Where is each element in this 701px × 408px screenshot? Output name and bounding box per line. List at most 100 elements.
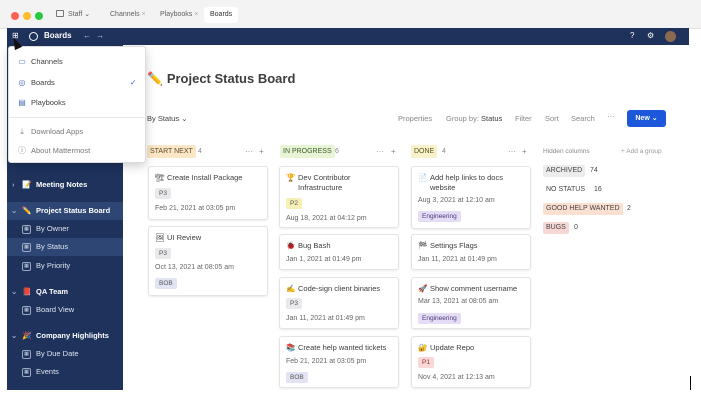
column-options-icon[interactable]: ···: [376, 145, 384, 158]
card-update-repo[interactable]: 🔐 Update Repo P1 Nov 4, 2021 at 12:13 am: [411, 336, 531, 388]
card-title: 🏁 Settings Flags: [418, 241, 478, 251]
back-arrow-icon[interactable]: ←: [83, 31, 91, 40]
column-header-start-next[interactable]: START NEXT: [147, 145, 196, 158]
page-title[interactable]: ✏️ Project Status Board: [147, 71, 295, 87]
construction-emoji-icon: 🏗: [155, 173, 165, 182]
chevron-right-icon[interactable]: ›: [12, 176, 15, 194]
minimize-window-icon[interactable]: [23, 12, 31, 20]
column-options-icon[interactable]: ···: [245, 145, 253, 158]
column-header-done[interactable]: DONE: [411, 145, 438, 158]
new-card-button[interactable]: New ⌄: [627, 110, 666, 127]
more-options-icon[interactable]: ···: [607, 112, 615, 121]
card-dev-contributor-infrastructure[interactable]: 🏆 Dev Contributor Infrastructure P2 Aug 18…: [279, 166, 399, 228]
card-title-text: Add help links to docs: [430, 173, 503, 182]
card-add-help-links[interactable]: 📄 Add help links to docs website Aug 3, 20…: [411, 166, 531, 229]
sidebar-item-label: By Owner: [36, 224, 69, 233]
card-create-help-wanted-tickets[interactable]: 📚 Create help wanted tickets Feb 21, 2021…: [279, 336, 399, 388]
close-window-icon[interactable]: [11, 12, 19, 20]
hidden-column-count: 16: [594, 186, 602, 193]
info-icon: ⓘ: [18, 146, 26, 155]
team-selector[interactable]: Staff ⌄: [50, 7, 96, 23]
sort-button[interactable]: Sort: [545, 114, 559, 123]
card-title: 🔐 Update Repo: [418, 343, 474, 353]
bug-emoji-icon: 🐞: [286, 241, 296, 250]
menu-divider: [9, 117, 145, 118]
filter-button[interactable]: Filter: [515, 114, 532, 123]
hidden-column-good-help-wanted[interactable]: GOOD HELP WANTED: [543, 203, 623, 215]
hidden-column-no-status[interactable]: NO STATUS: [543, 184, 589, 196]
hidden-column-bugs[interactable]: BUGS: [543, 222, 569, 234]
sidebar-view-by-priority[interactable]: ▦ By Priority: [7, 257, 123, 275]
new-label: New: [635, 115, 650, 122]
sidebar-item-company-highlights[interactable]: ⌄ 🎉 Company Highlights: [7, 327, 123, 345]
rocket-emoji-icon: 🚀: [418, 284, 428, 293]
sidebar-item-label: Events: [36, 367, 59, 376]
card-ui-review[interactable]: 🖼 UI Review P3 Oct 13, 2021 at 08:05 am B…: [148, 226, 268, 296]
checkmark-icon: ✓: [130, 78, 137, 87]
board-title: Project Status Board: [166, 71, 296, 86]
board-view-icon: ▦: [22, 262, 31, 271]
card-title: ✍ Code-sign client binaries: [286, 284, 380, 294]
view-selector[interactable]: By Status ⌄: [147, 114, 188, 123]
sidebar-item-label: Board View: [36, 305, 75, 314]
card-show-comment-username[interactable]: 🚀 Show comment username Mar 13, 2021 at 0…: [411, 277, 531, 329]
sidebar-item-label: By Priority: [36, 261, 71, 270]
sidebar-item-project-status-board[interactable]: ⌄ ✏️ Project Status Board: [7, 202, 123, 220]
sidebar-view-board-view[interactable]: ▦ Board View: [7, 301, 123, 319]
help-icon[interactable]: ?: [630, 31, 634, 40]
menu-item-boards[interactable]: ◎ Boards ✓: [9, 73, 147, 93]
sidebar-view-by-status[interactable]: ▦ By Status: [7, 238, 123, 256]
tab-boards[interactable]: Boards: [204, 7, 239, 23]
menu-item-label: Playbooks: [31, 98, 66, 107]
group-by-button[interactable]: Group by: Status: [446, 114, 502, 123]
card-code-sign-client-binaries[interactable]: ✍ Code-sign client binaries P3 Jan 11, 20…: [279, 277, 399, 329]
add-card-icon[interactable]: +: [259, 145, 264, 158]
lock-emoji-icon: 🔐: [418, 343, 428, 352]
chevron-down-icon[interactable]: ⌄: [11, 327, 17, 345]
chevron-down-icon[interactable]: ⌄: [11, 283, 17, 301]
hidden-column-count: 74: [590, 167, 598, 174]
chevron-down-icon: ⌄: [651, 115, 658, 122]
sidebar-item-qa-team[interactable]: ⌄ 📕 QA Team: [7, 283, 123, 301]
sidebar-view-by-due-date[interactable]: ▦ By Due Date: [7, 345, 123, 363]
add-group-button[interactable]: + Add a group: [621, 148, 662, 155]
menu-item-download-apps[interactable]: ⤓ Download Apps: [9, 122, 147, 142]
priority-badge: P1: [418, 357, 434, 368]
add-card-icon[interactable]: +: [391, 145, 396, 158]
product-title[interactable]: Boards: [44, 31, 72, 40]
boards-icon: [29, 32, 38, 41]
sidebar-view-by-owner[interactable]: ▦ By Owner: [7, 220, 123, 238]
tab-label: Channels: [110, 11, 140, 18]
maximize-window-icon[interactable]: [35, 12, 43, 20]
column-header-in-progress[interactable]: IN PROGRESS: [280, 145, 335, 158]
menu-item-playbooks[interactable]: ▤ Playbooks: [9, 93, 147, 113]
card-date: Oct 13, 2021 at 08:05 am: [155, 264, 234, 271]
search-button[interactable]: Search: [571, 114, 595, 123]
team-tag: Engineering: [418, 313, 461, 324]
menu-item-about[interactable]: ⓘ About Mattermost: [9, 141, 147, 161]
chevron-down-icon[interactable]: ⌄: [11, 202, 17, 220]
sidebar-view-events[interactable]: ▦ Events: [7, 363, 123, 381]
close-icon[interactable]: ×: [194, 11, 198, 18]
card-bug-bash[interactable]: 🐞 Bug Bash Jan 1, 2021 at 01:49 pm: [279, 234, 399, 270]
sidebar-item-meeting-notes[interactable]: › 📝 Meeting Notes: [7, 176, 123, 194]
add-card-icon[interactable]: +: [522, 145, 527, 158]
tab-channels[interactable]: Channels ×: [104, 7, 152, 23]
column-options-icon[interactable]: ···: [508, 145, 516, 158]
card-title-text: website: [430, 183, 456, 192]
menu-item-channels[interactable]: ▭ Channels: [9, 52, 147, 72]
playbooks-icon: ▤: [18, 98, 26, 107]
forward-arrow-icon[interactable]: →: [96, 31, 104, 40]
tab-playbooks[interactable]: Playbooks ×: [154, 7, 204, 23]
hidden-column-archived[interactable]: ARCHIVED: [543, 165, 586, 177]
hidden-column-count: 0: [574, 224, 578, 231]
writing-hand-emoji-icon: ✍: [286, 284, 296, 293]
close-icon[interactable]: ×: [142, 11, 146, 18]
avatar[interactable]: [665, 31, 676, 42]
window-titlebar: Staff ⌄ Channels × Playbooks × Boards: [0, 0, 701, 29]
card-create-install-package[interactable]: 🏗 Create Install Package P3 Feb 21, 2021 …: [148, 166, 268, 220]
gear-icon[interactable]: ⚙: [647, 31, 654, 40]
card-settings-flags[interactable]: 🏁 Settings Flags Jan 11, 2021 at 01:49 pm: [411, 234, 531, 270]
properties-button[interactable]: Properties: [398, 114, 432, 123]
boards-icon: ◎: [18, 78, 26, 87]
